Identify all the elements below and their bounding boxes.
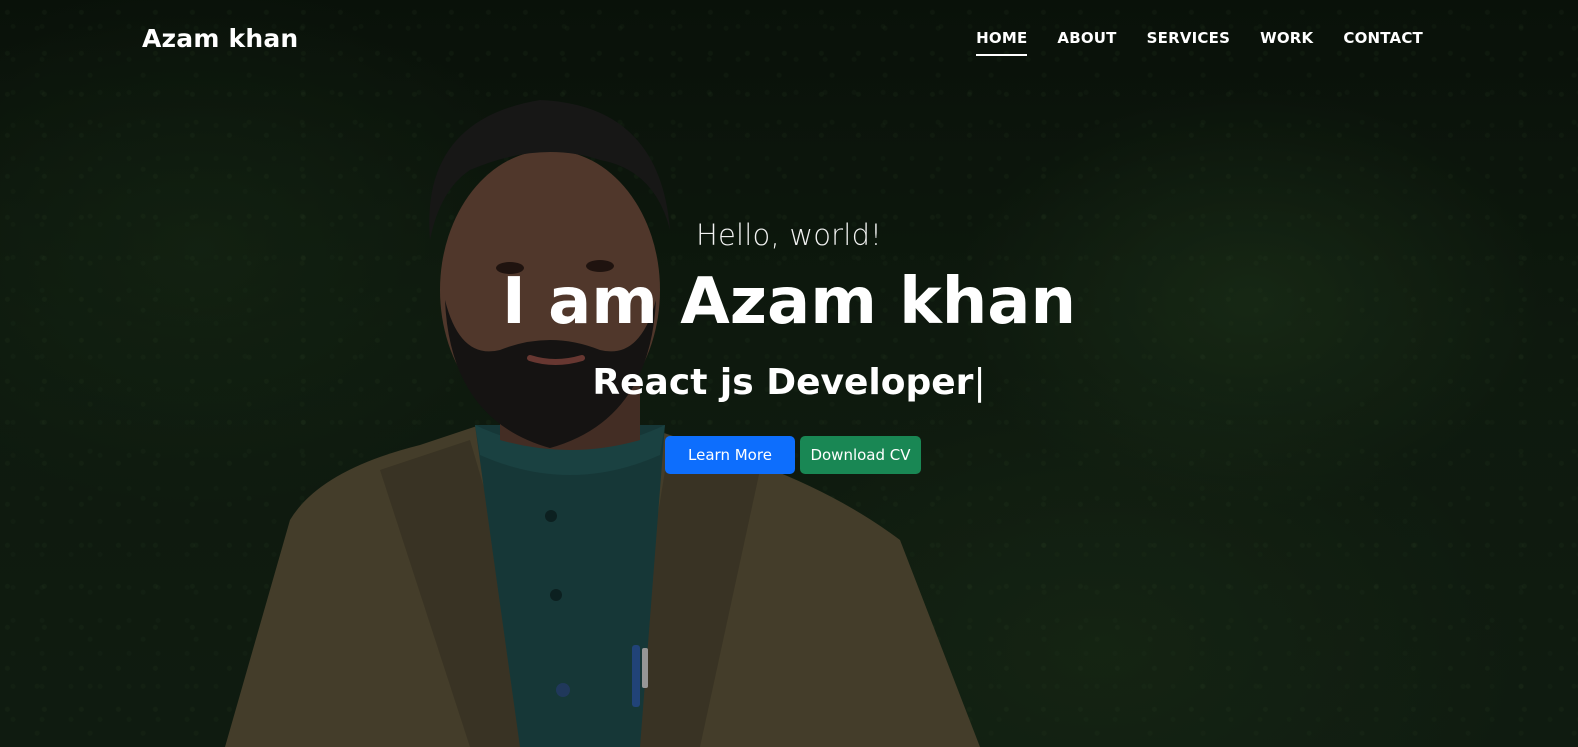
nav-link-about[interactable]: ABOUT [1042, 29, 1131, 47]
nav-link-home[interactable]: HOME [961, 29, 1042, 56]
nav-link-work[interactable]: WORK [1245, 29, 1328, 47]
learn-more-button[interactable]: Learn More [665, 435, 795, 474]
greeting-text: Hello, world! [695, 218, 883, 252]
role-typewriter: React js Developer| [0, 362, 1578, 403]
download-cv-button[interactable]: Download CV [800, 435, 921, 474]
typing-cursor: | [973, 361, 986, 403]
hero-section: Azam khan HOME ABOUT SERVICES WORK CONTA… [0, 0, 1578, 747]
hero-headline: I am Azam khan [501, 265, 1077, 339]
hero-content: Hello, world! I am Azam khan React js De… [0, 218, 1578, 474]
role-text: React js Developer [592, 361, 974, 403]
nav-link-services[interactable]: SERVICES [1132, 29, 1245, 47]
hero-buttons: Learn More Download CV [0, 435, 1578, 474]
brand-logo[interactable]: Azam khan [142, 24, 298, 53]
navbar: Azam khan HOME ABOUT SERVICES WORK CONTA… [0, 0, 1578, 76]
nav-links: HOME ABOUT SERVICES WORK CONTACT [961, 29, 1438, 56]
nav-link-contact[interactable]: CONTACT [1328, 29, 1438, 47]
